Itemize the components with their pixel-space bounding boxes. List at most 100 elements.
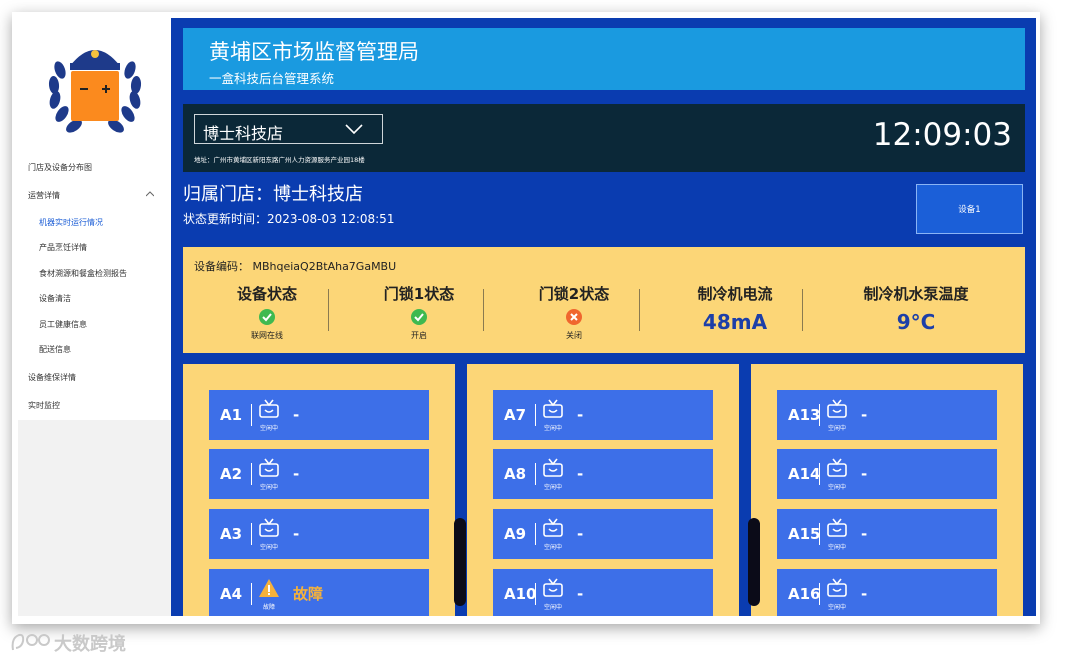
slot-state-label: 空闲中 — [259, 544, 278, 551]
tv-icon — [827, 578, 847, 597]
page-subtitle: 一盒科技后台管理系统 — [209, 71, 335, 86]
slot-divider — [251, 404, 252, 426]
slot-label: A15 — [788, 525, 821, 543]
slot-state-label: 空闲中 — [827, 425, 846, 432]
status-title: 门锁1状态 — [383, 285, 455, 303]
slot-value: - — [577, 585, 584, 603]
locker-slot-a3[interactable]: A3 空闲中 - — [209, 509, 429, 559]
slot-divider — [535, 523, 536, 545]
clock: 12:09:03 — [872, 117, 1012, 153]
slot-label: A16 — [788, 585, 821, 603]
slot-state-label: 空闲中 — [827, 604, 846, 611]
slot-divider — [535, 404, 536, 426]
police-logo-icon — [40, 30, 150, 142]
slot-value: - — [293, 465, 300, 483]
slot-label: A2 — [220, 465, 243, 483]
locker-slot-a10[interactable]: A10 空闲中 - — [493, 569, 713, 616]
slot-state-label: 故障 — [262, 604, 275, 611]
page-header: 黄埔区市场监督管理局 一盒科技后台管理系统 — [183, 28, 1025, 90]
slot-label: A8 — [504, 465, 527, 483]
sidebar-item-food-traceability[interactable]: 食材溯源和餐盒检测报告 — [39, 268, 127, 279]
status-col-lock2: 门锁2状态 关闭 — [529, 283, 619, 341]
status-text: 开启 — [411, 331, 427, 340]
sidebar-item-machine-realtime[interactable]: 机器实时运行情况 — [39, 217, 103, 228]
status-title: 制冷机电流 — [697, 285, 773, 303]
locker-slot-a14[interactable]: A14 空闲中 - — [777, 449, 997, 499]
sidebar-item-delivery[interactable]: 配送信息 — [39, 344, 71, 355]
locker-slot-a1[interactable]: A1 空闲中 - — [209, 390, 429, 440]
slot-fault-text: 故障 — [293, 585, 324, 603]
slot-divider — [251, 583, 252, 605]
sidebar-item-staff-health[interactable]: 员工健康信息 — [39, 319, 87, 330]
slot-state-label: 空闲中 — [827, 484, 846, 491]
update-time: 状态更新时间：2023-08-03 12:08:51 — [183, 212, 395, 226]
chevron-down-icon — [345, 124, 363, 135]
locker-slot-a4[interactable]: A4 故障 故障 — [209, 569, 429, 616]
slot-divider — [251, 523, 252, 545]
tv-icon — [543, 399, 563, 418]
tv-icon — [543, 578, 563, 597]
tv-icon — [543, 458, 563, 477]
locker-slot-a7[interactable]: A7 空闲中 - — [493, 390, 713, 440]
sidebar-item-operations[interactable]: 运营详情 — [28, 190, 60, 201]
slot-divider — [819, 583, 820, 605]
watermark: 大数跨境 — [10, 628, 150, 656]
sidebar-item-store-map[interactable]: 门店及设备分布图 — [28, 162, 92, 173]
device-status-panel: 设备编码： MBhqeiaQ2BtAha7GaMBU 设备状态 联网在线 门锁1… — [183, 247, 1025, 353]
sidebar-item-cooking-details[interactable]: 产品烹饪详情 — [39, 242, 87, 253]
tv-icon — [827, 399, 847, 418]
check-circle-icon — [411, 309, 427, 325]
locker-slot-a15[interactable]: A15 空闲中 - — [777, 509, 997, 559]
watermark-text: 大数跨境 — [54, 634, 126, 655]
locker-slot-a16[interactable]: A16 空闲中 - — [777, 569, 997, 616]
sidebar-item-device-cleaning[interactable]: 设备清洁 — [39, 293, 71, 304]
sidebar-item-maintenance[interactable]: 设备维保详情 — [28, 372, 76, 383]
store-select-value: 博士科技店 — [203, 124, 284, 143]
slot-value: - — [577, 406, 584, 424]
status-title: 门锁2状态 — [538, 285, 610, 303]
check-circle-icon — [259, 309, 275, 325]
store-title: 归属门店：博士科技店 — [183, 184, 363, 205]
slot-state-label: 空闲中 — [543, 604, 562, 611]
tv-icon — [259, 458, 279, 477]
compressor-current-value: 48mA — [702, 310, 768, 334]
status-col-compressor-current: 制冷机电流 48mA — [683, 283, 787, 334]
tv-icon — [543, 518, 563, 537]
slot-divider — [819, 523, 820, 545]
status-divider — [802, 289, 803, 331]
locker-slot-a9[interactable]: A9 空闲中 - — [493, 509, 713, 559]
slot-divider — [535, 583, 536, 605]
chevron-up-icon[interactable] — [146, 190, 154, 198]
slot-label: A10 — [504, 585, 537, 603]
status-text: 关闭 — [566, 331, 582, 340]
locker-slot-a8[interactable]: A8 空闲中 - — [493, 449, 713, 499]
slot-label: A14 — [788, 465, 821, 483]
slot-state-label: 空闲中 — [827, 544, 846, 551]
tv-icon — [259, 518, 279, 537]
slot-divider — [535, 463, 536, 485]
device-1-button[interactable]: 设备1 — [916, 184, 1023, 234]
locker-slot-a2[interactable]: A2 空闲中 - — [209, 449, 429, 499]
status-divider — [483, 289, 484, 331]
slot-value: - — [861, 465, 868, 483]
status-title: 制冷机水泵温度 — [863, 285, 969, 303]
tv-icon — [827, 458, 847, 477]
page-title: 黄埔区市场监督管理局 — [209, 40, 419, 64]
slot-label: A4 — [220, 585, 243, 603]
warning-icon — [259, 579, 279, 597]
sidebar-item-live-monitor[interactable]: 实时监控 — [28, 400, 60, 411]
status-divider — [328, 289, 329, 331]
status-col-pump-temperature: 制冷机水泵温度 9°C — [853, 283, 979, 334]
pump-temperature-value: 9°C — [896, 310, 936, 334]
store-address: 地址：广州市黄埔区新阳东路广州人力资源服务产业园18楼 — [194, 156, 365, 164]
slot-state-label: 空闲中 — [543, 544, 562, 551]
slot-state-label: 空闲中 — [543, 484, 562, 491]
slot-label: A13 — [788, 406, 821, 424]
locker-slot-a13[interactable]: A13 空闲中 - — [777, 390, 997, 440]
slot-label: A9 — [504, 525, 527, 543]
slot-value: - — [861, 585, 868, 603]
status-text: 联网在线 — [251, 331, 283, 340]
store-select-dropdown[interactable]: 博士科技店 — [194, 114, 383, 144]
slot-label: A7 — [504, 406, 527, 424]
status-col-lock1: 门锁1状态 开启 — [374, 283, 464, 341]
